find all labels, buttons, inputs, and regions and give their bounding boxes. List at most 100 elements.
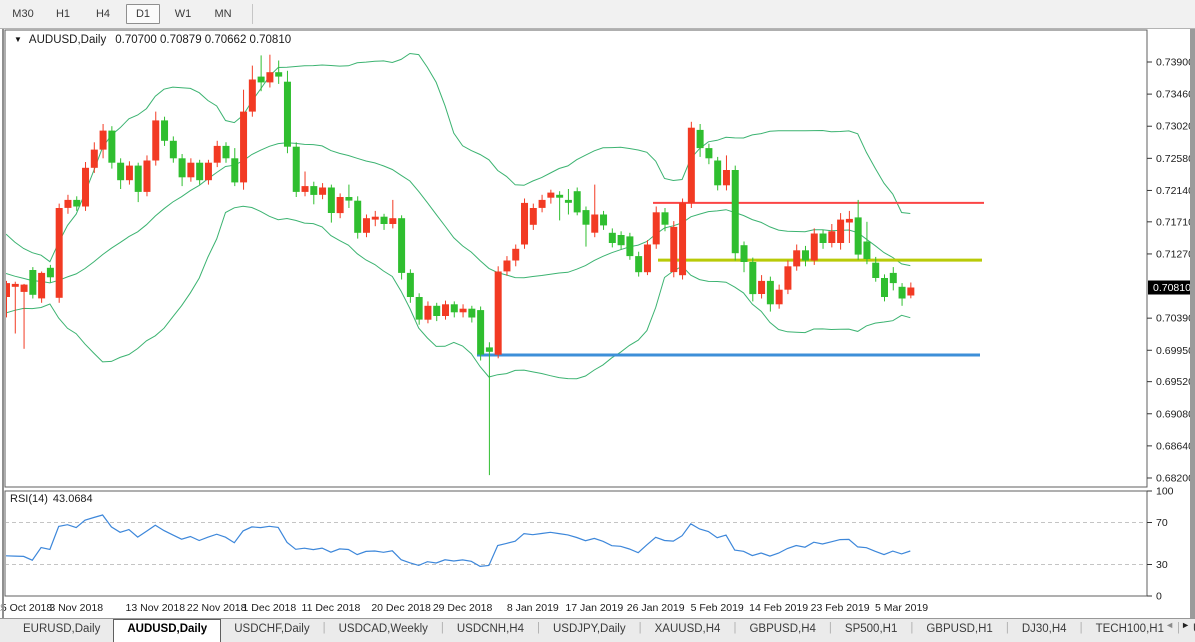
chart-dropdown-icon[interactable]: ▼ xyxy=(14,35,22,44)
rsi-axis: 10070300 xyxy=(1147,486,1174,603)
chart-tab-dj30-h4[interactable]: DJ30,H4 xyxy=(1009,619,1080,642)
price-axis-label: 0.69950 xyxy=(1156,345,1194,357)
candle xyxy=(266,72,273,82)
price-axis-label: 0.73020 xyxy=(1156,121,1194,133)
date-axis-label: 3 Nov 2018 xyxy=(49,602,103,614)
tab-scroll-left-icon[interactable]: ◄ xyxy=(1165,620,1174,630)
date-axis-label: 23 Feb 2019 xyxy=(811,602,870,614)
candle xyxy=(653,212,660,244)
candle xyxy=(688,128,695,203)
candle xyxy=(907,288,914,296)
timeframe-button-m30[interactable]: M30 xyxy=(6,4,40,24)
current-price-marker: 0.70810 xyxy=(1148,281,1195,295)
date-axis-label: 26 Jan 2019 xyxy=(627,602,685,614)
rsi-axis-label: 100 xyxy=(1156,486,1174,498)
price-axis-label: 0.69520 xyxy=(1156,376,1194,388)
candle xyxy=(512,249,519,261)
chart-tab-audusd-daily[interactable]: AUDUSD,Daily xyxy=(113,619,221,642)
chart-tab-gbpusd-h1[interactable]: GBPUSD,H1 xyxy=(913,619,1005,642)
candle xyxy=(108,131,115,163)
tab-scroll-nav: ◄► xyxy=(1158,620,1190,630)
candle xyxy=(828,231,835,243)
candle xyxy=(626,236,633,256)
price-axis-label: 0.71270 xyxy=(1156,248,1194,260)
chart-tab-gbpusd-h4[interactable]: GBPUSD,H4 xyxy=(736,619,828,642)
candle xyxy=(582,210,589,225)
candle xyxy=(872,263,879,278)
candle xyxy=(890,273,897,283)
candle xyxy=(776,290,783,305)
chart-tab-sp500-h1[interactable]: SP500,H1 xyxy=(832,619,910,642)
candle xyxy=(460,309,467,313)
candle xyxy=(293,147,300,192)
timeframe-button-h1[interactable]: H1 xyxy=(46,4,80,24)
price-axis-label: 0.70390 xyxy=(1156,313,1194,325)
candle xyxy=(899,287,906,299)
chart-canvas[interactable]: 0.739000.734600.730200.725800.721400.717… xyxy=(0,0,1195,642)
candle xyxy=(56,208,63,298)
chart-symbol-label: AUDUSD,Daily xyxy=(29,34,106,46)
candle xyxy=(38,273,45,299)
candle xyxy=(249,80,256,112)
candle xyxy=(196,163,203,181)
price-chart-pane[interactable] xyxy=(5,30,1147,487)
candle xyxy=(609,233,616,243)
chart-title: ▼AUDUSD,Daily0.70700 0.70879 0.70662 0.7… xyxy=(14,34,291,46)
candle xyxy=(47,268,54,278)
price-axis-label: 0.72580 xyxy=(1156,153,1194,165)
candle xyxy=(143,161,150,192)
chart-tab-usdcad-weekly[interactable]: USDCAD,Weekly xyxy=(326,619,441,642)
date-axis-label: 1 Dec 2018 xyxy=(243,602,297,614)
date-axis-label: 25 Oct 2018 xyxy=(0,602,52,614)
timeframe-button-d1[interactable]: D1 xyxy=(126,4,160,24)
date-axis-label: 20 Dec 2018 xyxy=(371,602,431,614)
price-axis-label: 0.68640 xyxy=(1156,440,1194,452)
candle xyxy=(284,82,291,147)
rsi-pane[interactable] xyxy=(5,491,1147,596)
candle xyxy=(741,245,748,262)
candle xyxy=(205,163,212,181)
rsi-name: RSI(14) xyxy=(10,493,48,505)
candle xyxy=(574,191,581,212)
price-axis-label: 0.73460 xyxy=(1156,89,1194,101)
candle xyxy=(618,235,625,245)
candle xyxy=(539,200,546,208)
candle xyxy=(64,200,71,208)
timeframe-button-w1[interactable]: W1 xyxy=(166,4,200,24)
candle xyxy=(846,219,853,223)
candle xyxy=(697,130,704,148)
candle xyxy=(363,218,370,233)
date-axis-label: 5 Mar 2019 xyxy=(875,602,928,614)
candle xyxy=(767,281,774,304)
candle xyxy=(486,347,493,351)
candle xyxy=(670,227,677,272)
price-axis-label: 0.71710 xyxy=(1156,216,1194,228)
chart-tab-xauusd-h4[interactable]: XAUUSD,H4 xyxy=(642,619,734,642)
date-axis-label: 17 Jan 2019 xyxy=(565,602,623,614)
candle xyxy=(223,146,230,158)
candle xyxy=(820,234,827,244)
chart-tab-eurusd-daily[interactable]: EURUSD,Daily xyxy=(10,619,113,642)
candle xyxy=(723,170,730,185)
candle xyxy=(381,217,388,224)
candle xyxy=(12,284,19,287)
chart-tab-usdcnh-h4[interactable]: USDCNH,H4 xyxy=(444,619,537,642)
date-axis-label: 14 Feb 2019 xyxy=(749,602,808,614)
date-axis-label: 22 Nov 2018 xyxy=(187,602,247,614)
candle xyxy=(170,141,177,159)
candle xyxy=(126,166,133,181)
candle xyxy=(600,215,607,226)
chart-tab-usdjpy-daily[interactable]: USDJPY,Daily xyxy=(540,619,639,642)
candle xyxy=(187,163,194,178)
candle xyxy=(372,217,379,220)
candle xyxy=(547,193,554,198)
candle xyxy=(82,168,89,207)
timeframe-button-mn[interactable]: MN xyxy=(206,4,240,24)
candle xyxy=(416,297,423,320)
chart-tab-usdchf-daily[interactable]: USDCHF,Daily xyxy=(221,619,322,642)
timeframe-button-h4[interactable]: H4 xyxy=(86,4,120,24)
tab-scroll-right-icon[interactable]: ► xyxy=(1181,620,1190,630)
candle xyxy=(152,120,159,160)
candle xyxy=(337,197,344,213)
date-axis-label: 11 Dec 2018 xyxy=(302,602,361,614)
